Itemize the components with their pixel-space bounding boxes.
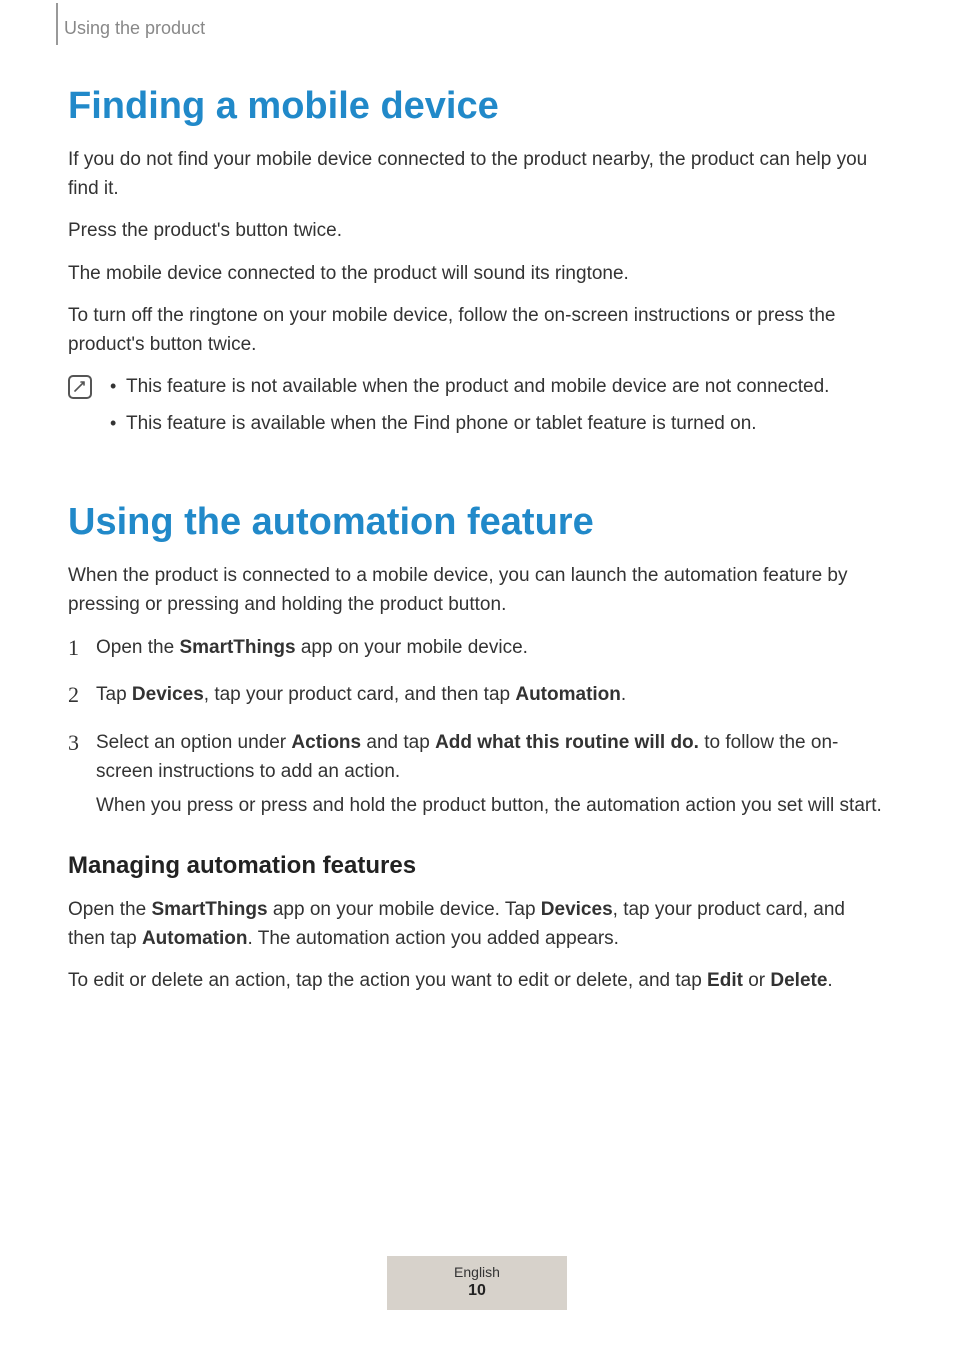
bold-text: Devices: [541, 899, 613, 920]
text: or: [743, 970, 770, 991]
note-item: This feature is available when the Find …: [106, 410, 886, 439]
bold-text: SmartThings: [179, 637, 295, 658]
subheading-managing-automation: Managing automation features: [68, 852, 886, 880]
text: Open the: [96, 637, 179, 658]
step-2: 2 Tap Devices, tap your product card, an…: [68, 680, 886, 713]
bold-text: Actions: [291, 732, 361, 753]
paragraph: To edit or delete an action, tap the act…: [68, 967, 886, 996]
bold-text: SmartThings: [151, 899, 267, 920]
note-item: This feature is not available when the p…: [106, 373, 886, 402]
text: .: [621, 684, 626, 705]
paragraph: Open the SmartThings app on your mobile …: [68, 896, 886, 953]
bold-text: Delete: [770, 970, 827, 991]
running-header: Using the product: [64, 18, 205, 39]
step-followup-text: When you press or press and hold the pro…: [96, 791, 886, 820]
text: , tap your product card, and then tap: [204, 684, 516, 705]
paragraph: When the product is connected to a mobil…: [68, 562, 886, 619]
step-number: 1: [68, 633, 96, 663]
header-divider: [56, 3, 58, 45]
step-number: 2: [68, 680, 96, 710]
paragraph: The mobile device connected to the produ…: [68, 260, 886, 289]
step-text: Open the SmartThings app on your mobile …: [96, 633, 886, 666]
bold-text: Edit: [707, 970, 743, 991]
page-footer: English 10: [387, 1256, 567, 1310]
paragraph: Press the product's button twice.: [68, 217, 886, 246]
numbered-steps: 1 Open the SmartThings app on your mobil…: [68, 633, 886, 824]
text: and tap: [361, 732, 435, 753]
text: To edit or delete an action, tap the act…: [68, 970, 707, 991]
bold-text: Automation: [142, 928, 248, 949]
text: Open the: [68, 899, 151, 920]
heading-finding-mobile-device: Finding a mobile device: [68, 85, 886, 128]
paragraph: To turn off the ringtone on your mobile …: [68, 302, 886, 359]
paragraph: If you do not find your mobile device co…: [68, 146, 886, 203]
step-1: 1 Open the SmartThings app on your mobil…: [68, 633, 886, 666]
text: Select an option under: [96, 732, 291, 753]
note-block: This feature is not available when the p…: [68, 373, 886, 446]
footer-language: English: [387, 1264, 567, 1280]
text: .: [827, 970, 832, 991]
bold-text: Automation: [515, 684, 621, 705]
step-text: Select an option under Actions and tap A…: [96, 728, 886, 824]
page-content: Finding a mobile device If you do not fi…: [0, 0, 954, 996]
note-icon-container: [68, 373, 106, 399]
footer-page-number: 10: [387, 1282, 567, 1300]
bold-text: Add what this routine will do.: [435, 732, 699, 753]
text: app on your mobile device. Tap: [268, 899, 541, 920]
step-number: 3: [68, 728, 96, 758]
note-list: This feature is not available when the p…: [106, 373, 886, 446]
step-text: Tap Devices, tap your product card, and …: [96, 680, 886, 713]
heading-automation-feature: Using the automation feature: [68, 501, 886, 544]
bold-text: Devices: [132, 684, 204, 705]
text: . The automation action you added appear…: [248, 928, 619, 949]
text: app on your mobile device.: [296, 637, 528, 658]
text: Tap: [96, 684, 132, 705]
note-icon: [68, 375, 92, 399]
step-3: 3 Select an option under Actions and tap…: [68, 728, 886, 824]
